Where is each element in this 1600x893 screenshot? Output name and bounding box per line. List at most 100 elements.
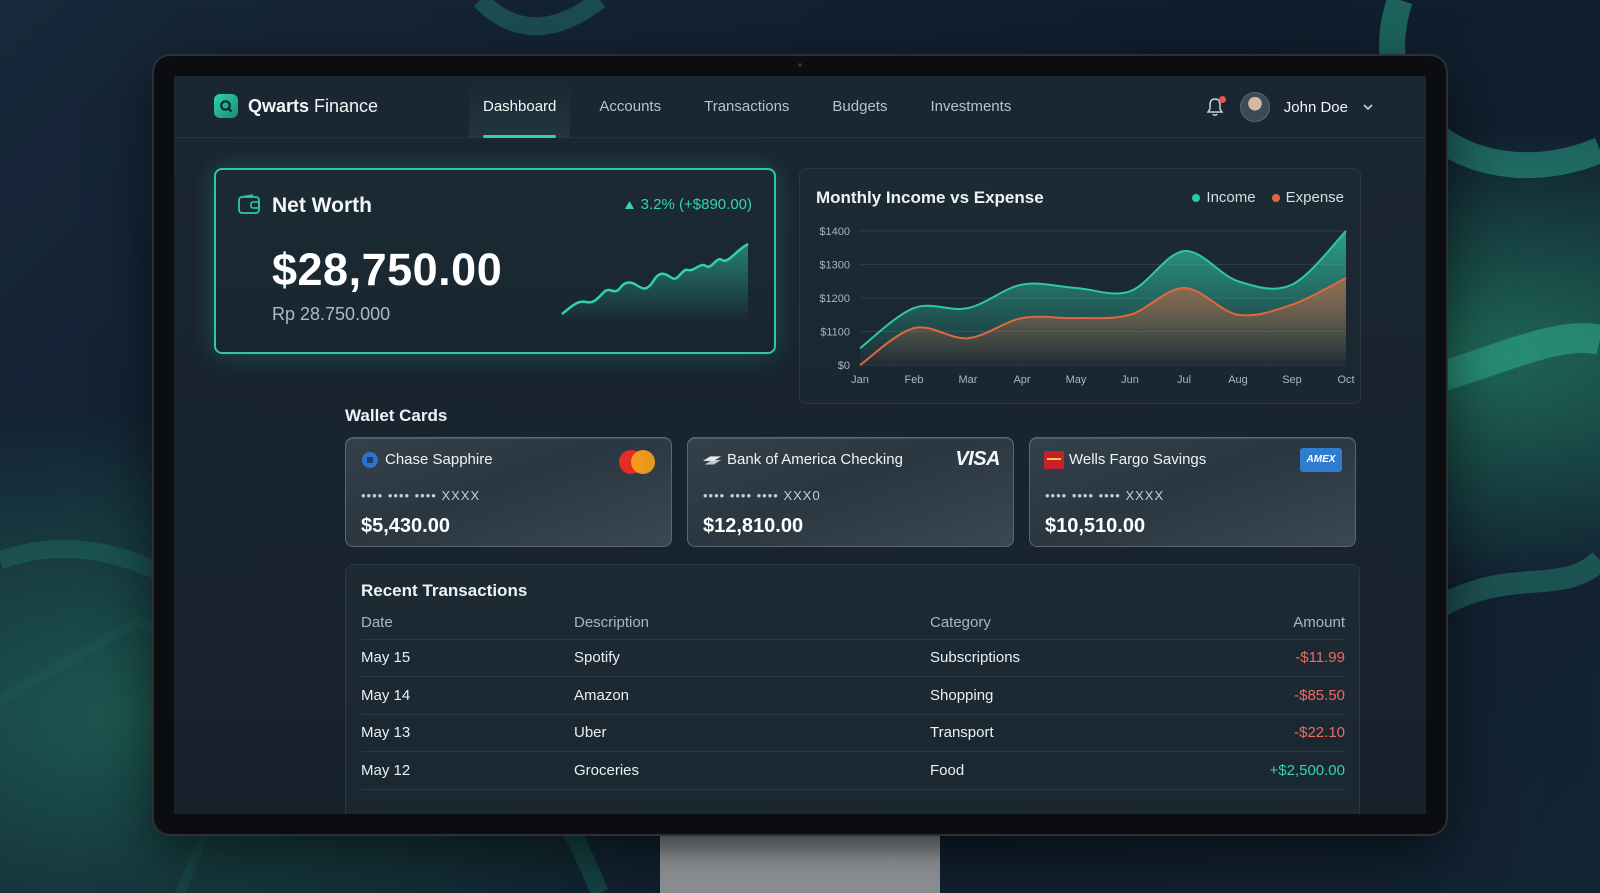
tx-description: Uber: [574, 714, 930, 752]
monitor-frame: Qwarts Finance Dashboard Accounts Transa…: [154, 56, 1446, 834]
nav-links: Dashboard Accounts Transactions Budgets …: [469, 76, 1040, 138]
user-name[interactable]: John Doe: [1284, 99, 1348, 116]
header-date[interactable]: Date: [361, 607, 574, 640]
brand-name: Qwarts Finance: [248, 95, 379, 116]
recent-transactions-card: Recent Transactions Date Description Cat…: [345, 564, 1360, 814]
brand-logo-icon: [214, 94, 238, 118]
net-worth-amount: $28,750.00: [272, 244, 503, 295]
chevron-down-icon[interactable]: [1362, 101, 1374, 113]
net-worth-sparkline: [561, 242, 749, 322]
amex-logo: AMEX: [1300, 448, 1342, 472]
nav-budgets[interactable]: Budgets: [818, 76, 901, 138]
y-tick-label: $1200: [819, 293, 850, 305]
chart-title: Monthly Income vs Expense: [816, 188, 1044, 207]
table-row[interactable]: May 12 Groceries Food +$2,500.00: [361, 751, 1345, 790]
x-tick-label: Apr: [1013, 374, 1030, 386]
tx-date: May 12: [361, 751, 574, 790]
transactions-table: Date Description Category Amount May 15 …: [361, 607, 1345, 790]
camera-dot: [798, 63, 802, 67]
x-tick-label: May: [1066, 374, 1087, 386]
net-worth-change-text: 3.2% (+$890.00): [640, 196, 752, 213]
brand[interactable]: Qwarts Finance: [214, 94, 378, 118]
notification-dot: [1218, 96, 1226, 103]
legend-expense: Expense: [1271, 189, 1344, 206]
nav-investments[interactable]: Investments: [916, 76, 1025, 138]
tx-category: Transport: [930, 714, 1180, 752]
header-category[interactable]: Category: [930, 607, 1180, 640]
mastercard-icon: [619, 450, 655, 474]
x-tick-label: Feb: [905, 374, 924, 386]
card-balance: $10,510.00: [1045, 515, 1146, 537]
nav-accounts[interactable]: Accounts: [585, 76, 675, 138]
x-tick-label: Aug: [1228, 374, 1248, 386]
card-number: •••• •••• •••• XXXX: [361, 488, 481, 503]
card-number: •••• •••• •••• XXXX: [1045, 488, 1165, 503]
tx-amount: -$85.50: [1180, 676, 1345, 715]
net-worth-secondary-amount: Rp 28.750.000: [272, 304, 391, 324]
chart-legend: Income Expense: [1192, 189, 1344, 206]
card-name: Wells Fargo Savings: [1069, 451, 1207, 468]
x-tick-label: Mar: [959, 374, 978, 386]
wallet-icon: [238, 194, 260, 214]
tx-date: May 13: [361, 714, 574, 752]
card-balance: $12,810.00: [703, 515, 804, 537]
top-nav: Qwarts Finance Dashboard Accounts Transa…: [174, 76, 1426, 138]
x-tick-label: Jun: [1121, 374, 1139, 386]
wallet-cards-title: Wallet Cards: [345, 406, 448, 425]
x-tick-label: Sep: [1282, 374, 1302, 386]
wells-fargo-logo-icon: [1044, 451, 1064, 469]
y-tick-label: $1100: [820, 327, 850, 339]
legend-income-dot: [1192, 193, 1201, 202]
table-row[interactable]: May 13 Uber Transport -$22.10: [361, 714, 1345, 752]
x-tick-label: Jan: [851, 374, 869, 386]
notification-bell-icon[interactable]: [1204, 96, 1226, 118]
table-row[interactable]: May 14 Amazon Shopping -$85.50: [361, 676, 1345, 715]
avatar[interactable]: [1239, 92, 1270, 122]
recent-transactions-title: Recent Transactions: [361, 581, 528, 600]
tx-description: Amazon: [574, 676, 930, 715]
card-name: Chase Sapphire: [385, 451, 493, 468]
legend-expense-dot: [1271, 193, 1280, 202]
card-name: Bank of America Checking: [727, 451, 903, 468]
card-balance: $5,430.00: [361, 515, 450, 537]
net-worth-change: 3.2% (+$890.00): [624, 196, 752, 213]
tx-description: Groceries: [574, 751, 930, 790]
monitor-stand: [660, 832, 940, 893]
app-screen: Qwarts Finance Dashboard Accounts Transa…: [174, 76, 1426, 814]
wallet-card-wells-fargo[interactable]: Wells Fargo Savings •••• •••• •••• XXXX …: [1029, 437, 1356, 547]
nav-dashboard[interactable]: Dashboard: [469, 76, 571, 138]
y-tick-label: $1400: [819, 226, 850, 238]
x-tick-label: Oct: [1337, 374, 1354, 386]
visa-logo: VISA: [955, 448, 1000, 470]
income-expense-chart-card: $1400 $1300 $1200 $1100 $0 Jan Feb Mar Apr May Jun…: [799, 168, 1361, 404]
legend-income-label: Income: [1206, 189, 1256, 206]
wallet-card-chase[interactable]: Chase Sapphire •••• •••• •••• XXXX $5,43…: [345, 437, 672, 547]
legend-income: Income: [1192, 189, 1256, 206]
x-tick-label: Jul: [1177, 374, 1191, 386]
table-header-row: Date Description Category Amount: [361, 607, 1345, 640]
card-number: •••• •••• •••• XXX0: [703, 488, 821, 503]
chase-logo-icon: [362, 452, 378, 468]
up-arrow-icon: [624, 200, 634, 209]
tx-amount: -$22.10: [1180, 714, 1345, 752]
nav-right: John Doe: [1204, 92, 1374, 122]
tx-amount: +$2,500.00: [1180, 751, 1345, 790]
bank-of-america-logo-icon: [702, 456, 722, 465]
tx-description: Spotify: [574, 639, 930, 677]
legend-expense-label: Expense: [1285, 189, 1344, 206]
net-worth-card: Net Worth 3.2% (+$890.00) $28,750.00 Rp …: [214, 168, 776, 354]
tx-date: May 14: [361, 676, 574, 715]
tx-category: Food: [930, 751, 1180, 790]
y-tick-label: $0: [838, 360, 850, 372]
tx-category: Shopping: [930, 676, 1180, 715]
header-amount[interactable]: Amount: [1180, 607, 1345, 640]
net-worth-title: Net Worth: [272, 194, 372, 217]
tx-amount: -$11.99: [1180, 639, 1345, 677]
tx-category: Subscriptions: [930, 639, 1180, 677]
table-row[interactable]: May 15 Spotify Subscriptions -$11.99: [361, 639, 1345, 677]
wallet-card-bofa[interactable]: Bank of America Checking •••• •••• •••• …: [687, 437, 1014, 547]
y-tick-label: $1300: [819, 260, 850, 272]
nav-transactions[interactable]: Transactions: [690, 76, 803, 138]
tx-date: May 15: [361, 639, 574, 677]
header-description[interactable]: Description: [574, 607, 930, 640]
